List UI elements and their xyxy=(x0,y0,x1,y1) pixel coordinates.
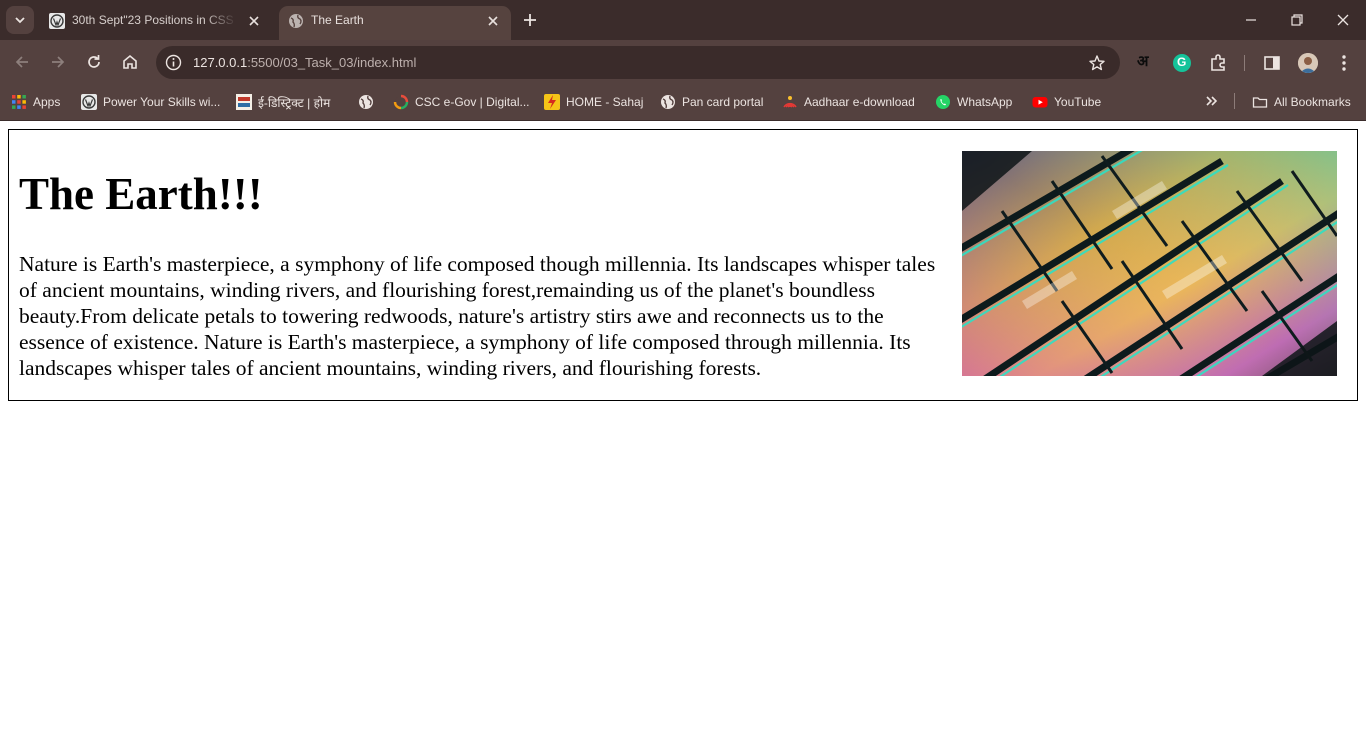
content-box: The Earth!!! Nature is Earth's masterpie… xyxy=(8,129,1358,401)
aadhaar-icon xyxy=(783,96,797,108)
bookmark-label: ई-डिस्ट्रिक्ट | होम xyxy=(258,95,331,110)
avatar-icon xyxy=(1298,53,1318,73)
translate-extension-icon[interactable]: अ xyxy=(1137,51,1148,71)
globe-icon xyxy=(661,95,675,109)
edistrict-icon xyxy=(236,94,252,110)
chevron-double-right-icon[interactable] xyxy=(1203,92,1221,110)
forward-icon[interactable] xyxy=(48,52,68,72)
content-image xyxy=(962,151,1337,376)
url-text[interactable]: 127.0.0.1:5500/03_Task_03/index.html xyxy=(193,55,416,70)
page-heading: The Earth!!! xyxy=(19,169,263,219)
wordpress-icon xyxy=(81,94,97,110)
extensions-puzzle-icon[interactable] xyxy=(1208,53,1228,73)
sahaj-icon xyxy=(544,94,560,110)
all-bookmarks-button[interactable]: All Bookmarks xyxy=(1252,92,1351,112)
bookmark-aadhaar[interactable]: Aadhaar e-download xyxy=(782,92,915,112)
new-tab-icon[interactable] xyxy=(520,10,540,30)
close-window-icon[interactable] xyxy=(1335,12,1351,28)
menu-kebab-icon[interactable] xyxy=(1334,53,1354,73)
bookmark-sahaj[interactable]: HOME - Sahaj xyxy=(544,92,643,112)
bookmarks-bar: Apps Power Your Skills wi... ई-डिस्ट्रिक… xyxy=(0,85,1366,121)
folder-icon xyxy=(1252,97,1268,108)
tab-search-button[interactable] xyxy=(6,6,34,34)
tab-css-positions[interactable]: 30th Sept"23 Positions in CSS - xyxy=(40,6,272,40)
close-icon[interactable] xyxy=(246,13,262,29)
youtube-icon xyxy=(1032,97,1048,108)
bookmark-label: YouTube xyxy=(1054,95,1102,109)
bookmark-label: Aadhaar e-download xyxy=(804,95,915,109)
csc-icon xyxy=(393,94,409,110)
toolbar: 127.0.0.1:5500/03_Task_03/index.html xyxy=(0,40,1366,85)
chevron-down-icon xyxy=(15,17,25,24)
side-panel-icon[interactable] xyxy=(1262,53,1282,73)
address-bar[interactable]: 127.0.0.1:5500/03_Task_03/index.html xyxy=(156,46,1120,79)
grammarly-label: G xyxy=(1177,55,1187,69)
globe-icon xyxy=(289,14,303,28)
bookmark-label: HOME - Sahaj xyxy=(566,95,644,109)
url-path: :5500/03_Task_03/index.html xyxy=(247,55,417,70)
page-paragraph: Nature is Earth's masterpiece, a symphon… xyxy=(19,252,936,380)
close-icon[interactable] xyxy=(485,13,501,29)
bookmark-label: Power Your Skills wi... xyxy=(103,95,221,109)
apps-grid-icon xyxy=(12,95,26,109)
url-host: 127.0.0.1 xyxy=(193,55,248,70)
bookmark-apps[interactable]: Apps xyxy=(11,92,60,112)
bookmark-youtube[interactable]: YouTube xyxy=(1032,92,1101,112)
bookmark-csc-egov[interactable]: CSC e-Gov | Digital... xyxy=(393,92,529,112)
all-bookmarks-label: All Bookmarks xyxy=(1274,95,1351,109)
abstract-glass-architecture-image xyxy=(962,151,1337,376)
bookmark-label: WhatsApp xyxy=(957,95,1013,109)
home-icon[interactable] xyxy=(120,52,140,72)
bookmark-pan-card-portal[interactable]: Pan card portal xyxy=(660,92,763,112)
minimize-icon[interactable] xyxy=(1243,12,1259,28)
bookmark-edistrict[interactable]: ई-डिस्ट्रिक्ट | होम xyxy=(236,92,330,112)
bookmark-whatsapp[interactable]: WhatsApp xyxy=(935,92,1012,112)
bookmark-label: Apps xyxy=(33,95,61,109)
profile-avatar[interactable] xyxy=(1298,53,1318,73)
reload-icon[interactable] xyxy=(84,52,104,72)
globe-icon xyxy=(359,95,373,109)
back-icon[interactable] xyxy=(12,52,32,72)
whatsapp-icon xyxy=(936,95,950,109)
tab-strip: 30th Sept"23 Positions in CSS - The Eart… xyxy=(0,0,1366,40)
bookmark-label: Pan card portal xyxy=(682,95,764,109)
tab-title: 30th Sept"23 Positions in CSS - xyxy=(72,13,237,27)
tab-title: The Earth xyxy=(311,13,364,27)
site-info-icon[interactable] xyxy=(165,54,182,71)
toolbar-divider xyxy=(1244,55,1245,71)
page-viewport: The Earth!!! Nature is Earth's masterpie… xyxy=(0,121,1366,738)
bookmark-power-your-skills[interactable]: Power Your Skills wi... xyxy=(81,92,220,112)
bookmark-label: CSC e-Gov | Digital... xyxy=(415,95,530,109)
bookmark-globe[interactable] xyxy=(358,92,380,112)
restore-icon[interactable] xyxy=(1289,12,1305,28)
bookmarks-divider xyxy=(1234,93,1235,109)
tab-the-earth[interactable]: The Earth xyxy=(279,6,511,40)
grammarly-icon[interactable]: G xyxy=(1173,54,1191,72)
bookmark-star-icon[interactable] xyxy=(1088,54,1106,72)
wordpress-icon xyxy=(49,13,65,29)
